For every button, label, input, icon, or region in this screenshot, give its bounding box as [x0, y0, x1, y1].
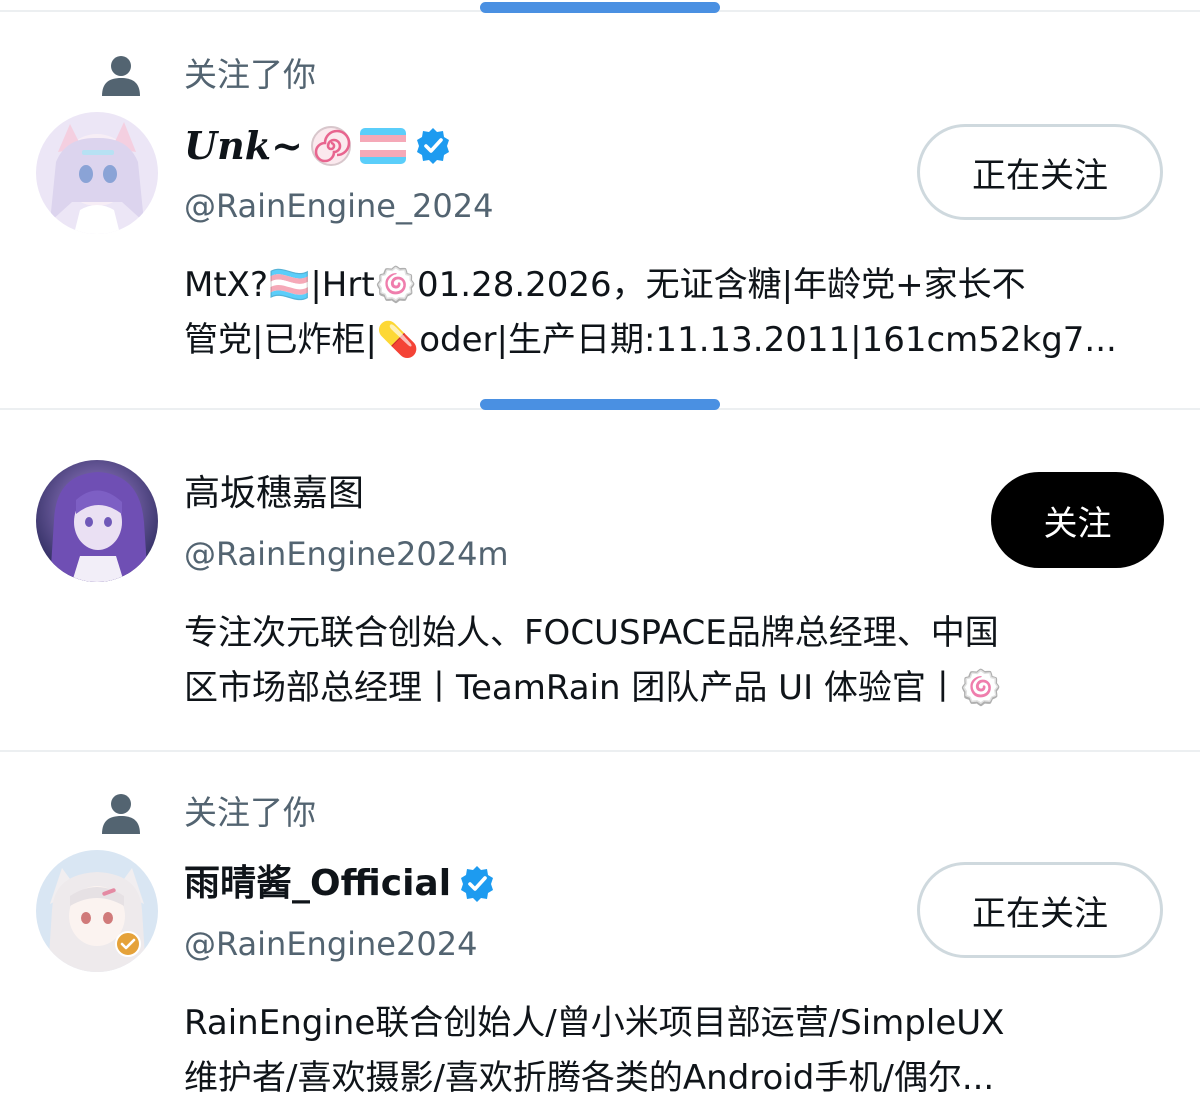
follows-you-row: 关注了你 [100, 50, 316, 100]
user-card[interactable]: 关注了你 Unk~ @RainEngine_202 [0, 0, 1200, 408]
bio-line: 专注次元联合创始人、FOCUSPACE品牌总经理、中国 [184, 613, 999, 653]
avatar[interactable] [36, 460, 158, 582]
user-handle: @RainEngine_2024 [184, 187, 494, 225]
bio-line: MtX?🏳️‍⚧️|Hrt🍥01.28.2026，无证含糖|年龄党+家长不 [184, 265, 1026, 305]
follows-you-row: 关注了你 [100, 788, 316, 838]
verified-badge-icon [416, 128, 449, 164]
display-name: 雨晴酱_Official [184, 863, 452, 904]
following-button[interactable]: 正在关注 [917, 124, 1163, 220]
avatar[interactable] [36, 112, 158, 234]
display-name-row: 高坂穗嘉图 [184, 472, 364, 516]
bio-line: 区市场部总经理丨TeamRain 团队产品 UI 体验官丨🍥 [184, 668, 1003, 708]
display-name-row: 雨晴酱_Official [184, 862, 497, 906]
swirl-lollipop-icon [310, 126, 351, 166]
follows-you-label: 关注了你 [184, 55, 316, 94]
person-icon [102, 56, 140, 96]
follows-you-label: 关注了你 [184, 793, 316, 832]
follow-button[interactable]: 关注 [991, 472, 1164, 568]
user-bio: MtX?🏳️‍⚧️|Hrt🍥01.28.2026，无证含糖|年龄党+家长不 管党… [184, 258, 1159, 368]
display-name: Unk~ [184, 123, 303, 168]
scroll-indicator[interactable] [480, 399, 720, 410]
user-card[interactable]: 高坂穗嘉图 @RainEngine2024m 关注 专注次元联合创始人、FOCU… [0, 410, 1200, 750]
display-name: 高坂穗嘉图 [184, 473, 365, 514]
user-bio: 专注次元联合创始人、FOCUSPACE品牌总经理、中国 区市场部总经理丨Team… [184, 606, 1159, 716]
display-name-row: Unk~ [184, 124, 453, 168]
person-icon [102, 794, 140, 834]
following-button[interactable]: 正在关注 [917, 862, 1163, 958]
trans-flag-icon [359, 128, 406, 164]
bio-line: RainEngine联合创始人/曾小米项目部运营/SimpleUX [184, 1003, 1005, 1043]
avatar-image [36, 460, 158, 582]
verified-badge-icon [461, 866, 494, 902]
avatar[interactable] [36, 850, 158, 972]
user-handle: @RainEngine2024m [184, 535, 509, 573]
user-handle: @RainEngine2024 [184, 925, 478, 963]
user-bio: RainEngine联合创始人/曾小米项目部运营/SimpleUX 维护者/喜欢… [184, 996, 1159, 1106]
gold-verified-icon [115, 931, 141, 957]
bio-line: 管党|已炸柜|💊oder|生产日期:11.13.2011|161cm52kg7.… [184, 320, 1117, 360]
user-card[interactable]: 关注了你 雨晴酱_Official @RainEngine2024 正在关注 R… [0, 752, 1200, 1116]
avatar-image [36, 112, 158, 234]
bio-line: 维护者/喜欢摄影/喜欢折腾各类的Android手机/偶尔... [184, 1058, 995, 1098]
